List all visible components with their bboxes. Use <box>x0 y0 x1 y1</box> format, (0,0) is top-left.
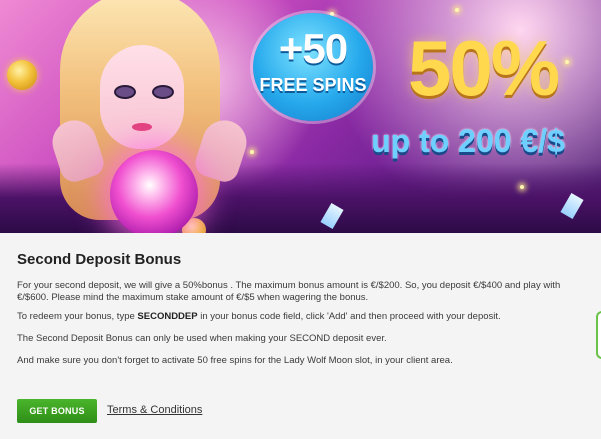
crystal-ball <box>110 150 198 233</box>
bonus-max: up to 200 €/$ <box>371 123 565 159</box>
eye <box>114 85 136 99</box>
usage-note: The Second Deposit Bonus can only be use… <box>17 333 387 344</box>
spins-count: +50 <box>278 25 348 72</box>
bonus-description: For your second deposit, we will give a … <box>17 280 561 303</box>
character-face <box>100 45 184 149</box>
redeem-text-end: in your bonus code field, click 'Add' an… <box>197 311 501 322</box>
spins-label: FREE SPINS <box>259 75 367 95</box>
sparkle <box>250 150 254 154</box>
gold-coin-icon <box>7 60 37 90</box>
redeem-text-start: To redeem your bonus, type <box>17 311 138 322</box>
eye <box>152 85 174 99</box>
bonus-percent: 50% <box>407 24 560 112</box>
free-spins-note: And make sure you don't forget to activa… <box>17 355 453 366</box>
side-tab[interactable] <box>596 311 601 359</box>
sparkle <box>455 8 459 12</box>
sparkle <box>520 185 524 189</box>
bonus-title: Second Deposit Bonus <box>17 251 182 268</box>
get-bonus-button[interactable]: GET BONUS <box>17 399 97 423</box>
lips <box>132 123 152 131</box>
page: +50 FREE SPINS 50% up to 200 €/$ Second … <box>0 0 601 439</box>
bonus-code: SECONDDEP <box>137 311 198 322</box>
bonus-details: Second Deposit Bonus For your second dep… <box>0 233 601 439</box>
free-spins-badge: +50 FREE SPINS <box>253 13 373 121</box>
terms-conditions-link[interactable]: Terms & Conditions <box>107 404 202 416</box>
promo-banner: +50 FREE SPINS 50% up to 200 €/$ <box>0 0 601 233</box>
redeem-instructions: To redeem your bonus, type SECONDDEP in … <box>17 311 583 323</box>
